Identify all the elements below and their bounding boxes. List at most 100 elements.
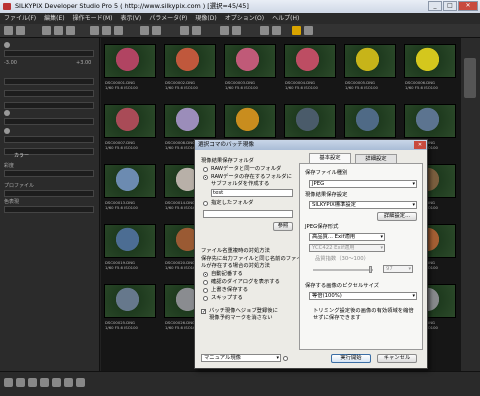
develop-icon[interactable] — [232, 26, 241, 35]
menu-options[interactable]: オプション(O) — [225, 13, 264, 24]
tab-basic[interactable]: 基本設定 — [309, 153, 351, 163]
title-bar: SILKYPIX Developer Studio Pro 5 ( http:/… — [0, 0, 480, 13]
keep-mark-label-1: バッチ現像へジョブ登録後に — [209, 308, 278, 314]
overwrite-label: 上書き保存する — [211, 287, 249, 293]
cancel-dialog-button[interactable]: キャンセル — [377, 354, 417, 363]
grid-view-icon[interactable] — [90, 26, 99, 35]
folder-path-input[interactable] — [203, 210, 293, 218]
details-button[interactable]: 詳細設定... — [377, 212, 417, 221]
tab-advanced[interactable]: 詳細設定 — [355, 154, 397, 163]
mark-icon[interactable] — [192, 26, 201, 35]
thumbnail[interactable]: DSC00002.DNG 1/60 F5.6 ISO100 — [162, 40, 220, 96]
sun-icon[interactable] — [292, 26, 301, 35]
radio-auto-rename[interactable] — [203, 272, 208, 277]
folder-icon[interactable] — [16, 26, 25, 35]
radio-skip[interactable] — [203, 296, 208, 301]
open-icon[interactable] — [42, 26, 51, 35]
dropper-icon[interactable] — [54, 26, 63, 35]
maximize-button[interactable]: □ — [443, 1, 457, 11]
thumbnail-image — [164, 104, 216, 138]
sharpness-slider[interactable] — [4, 118, 94, 125]
thumbnail-exif: 1/60 F5.6 ISO100 — [105, 204, 138, 210]
filetype-select[interactable]: JPEG — [309, 180, 417, 188]
radio-same-as-raw[interactable] — [203, 167, 208, 172]
thumbnail-image — [104, 44, 156, 78]
saturation-slider[interactable] — [4, 170, 94, 177]
subfolder-name-input[interactable]: test — [211, 189, 293, 197]
thumbnail[interactable]: DSC00004.DNG 1/60 F5.6 ISO100 — [282, 40, 340, 96]
mode-toggle-icon[interactable] — [283, 356, 288, 361]
filmstrip-icon[interactable] — [260, 26, 269, 35]
thumbnail-exif: 1/60 F5.6 ISO100 — [105, 324, 138, 330]
section-color[interactable]: カラー — [14, 152, 29, 159]
thumbnail[interactable]: DSC00013.DNG 1/60 F5.6 ISO100 — [102, 160, 160, 216]
colorspace-select[interactable] — [4, 206, 94, 213]
zoom-icon[interactable] — [140, 26, 149, 35]
radio-specified-folder[interactable] — [203, 201, 208, 206]
thumbnail-image — [344, 44, 396, 78]
menu-edit[interactable]: 編集(E) — [44, 13, 64, 24]
reset-icon[interactable] — [28, 378, 37, 387]
thumbnail-caption: DSC00025.DNG 1/60 F5.6 ISO100 — [105, 320, 138, 330]
thumbnail[interactable]: DSC00003.DNG 1/60 F5.6 ISO100 — [222, 40, 280, 96]
paste-param-icon[interactable] — [76, 378, 85, 387]
thumbnail[interactable]: DSC00006.DNG 1/60 F5.6 ISO100 — [402, 40, 460, 96]
browse-button[interactable]: 参照 — [273, 222, 293, 231]
wb-slider[interactable] — [4, 78, 94, 85]
fit-icon[interactable] — [152, 26, 161, 35]
menu-view[interactable]: 表示(V) — [120, 13, 141, 24]
tone-curve-icon[interactable] — [52, 378, 61, 387]
rotate-icon[interactable] — [66, 26, 75, 35]
specified-folder-label: 指定したフォルダ — [211, 200, 254, 206]
vertical-scrollbar[interactable] — [461, 38, 480, 371]
pixel-size-label: 保存する画像のピクセルサイズ — [305, 283, 379, 289]
histogram-icon[interactable] — [40, 378, 49, 387]
quality-select[interactable]: 高品質... Exif適用 — [309, 233, 385, 241]
develop-mode-select[interactable]: マニュアル現像 — [201, 354, 281, 362]
redo-icon[interactable] — [16, 378, 25, 387]
keep-mark-checkbox[interactable]: ✓ — [201, 309, 206, 315]
radio-subfolder[interactable] — [203, 175, 208, 180]
thumbnail-exif: 1/60 F5.6 ISO100 — [345, 84, 378, 90]
profile-select[interactable] — [4, 190, 94, 197]
thumbnail-image — [404, 44, 456, 78]
select-all-icon[interactable] — [180, 26, 189, 35]
thumbnail-caption: DSC00019.DNG 1/60 F5.6 ISO100 — [105, 260, 138, 270]
thumbnail-exif: 1/60 F5.6 ISO100 — [165, 204, 198, 210]
noise-slider[interactable] — [4, 136, 94, 143]
single-view-icon[interactable] — [114, 26, 123, 35]
wrench-icon[interactable] — [4, 26, 13, 35]
minimize-button[interactable]: _ — [428, 1, 442, 11]
jpeg-settings-select[interactable]: SILKYPIX標準設定 — [309, 201, 417, 209]
close-button[interactable]: ✕ — [458, 1, 478, 11]
dialog-close-button[interactable]: ✕ — [414, 141, 426, 149]
scrollbar-thumb[interactable] — [464, 58, 476, 98]
thumbnail-image — [344, 104, 396, 138]
thumbnail[interactable]: DSC00007.DNG 1/60 F5.6 ISO100 — [102, 100, 160, 156]
menu-develop[interactable]: 現像(D) — [195, 13, 216, 24]
menu-mode[interactable]: 操作モード(M) — [73, 13, 113, 24]
thumbnail[interactable]: DSC00005.DNG 1/60 F5.6 ISO100 — [342, 40, 400, 96]
thumbnail[interactable]: DSC00001.DNG 1/60 F5.6 ISO100 — [102, 40, 160, 96]
copy-param-icon[interactable] — [64, 378, 73, 387]
full-icon[interactable] — [272, 26, 281, 35]
run-button[interactable]: 実行開始 — [331, 354, 371, 363]
compare-icon[interactable] — [102, 26, 111, 35]
thumbnail-caption: DSC00002.DNG 1/60 F5.6 ISO100 — [165, 80, 198, 90]
pixel-size-select[interactable]: 等倍(100%) — [309, 292, 417, 300]
window-title: SILKYPIX Developer Studio Pro 5 ( http:/… — [15, 2, 249, 10]
saturation-label: 彩度 — [4, 163, 15, 169]
thumbnail[interactable]: DSC00025.DNG 1/60 F5.6 ISO100 — [102, 280, 160, 336]
exposure-slider[interactable] — [4, 50, 94, 57]
tone-slider[interactable] — [4, 102, 94, 109]
menu-file[interactable]: ファイル(F) — [4, 13, 36, 24]
radio-overwrite[interactable] — [203, 288, 208, 293]
thumbnail[interactable]: DSC00019.DNG 1/60 F5.6 ISO100 — [102, 220, 160, 276]
menu-help[interactable]: ヘルプ(H) — [272, 13, 299, 24]
menu-parameter[interactable]: パラメータ(P) — [149, 13, 187, 24]
radio-confirm[interactable] — [203, 280, 208, 285]
contrast-slider[interactable] — [4, 90, 94, 97]
undo-icon[interactable] — [4, 378, 13, 387]
batch-icon[interactable] — [220, 26, 229, 35]
info-icon[interactable] — [304, 26, 313, 35]
